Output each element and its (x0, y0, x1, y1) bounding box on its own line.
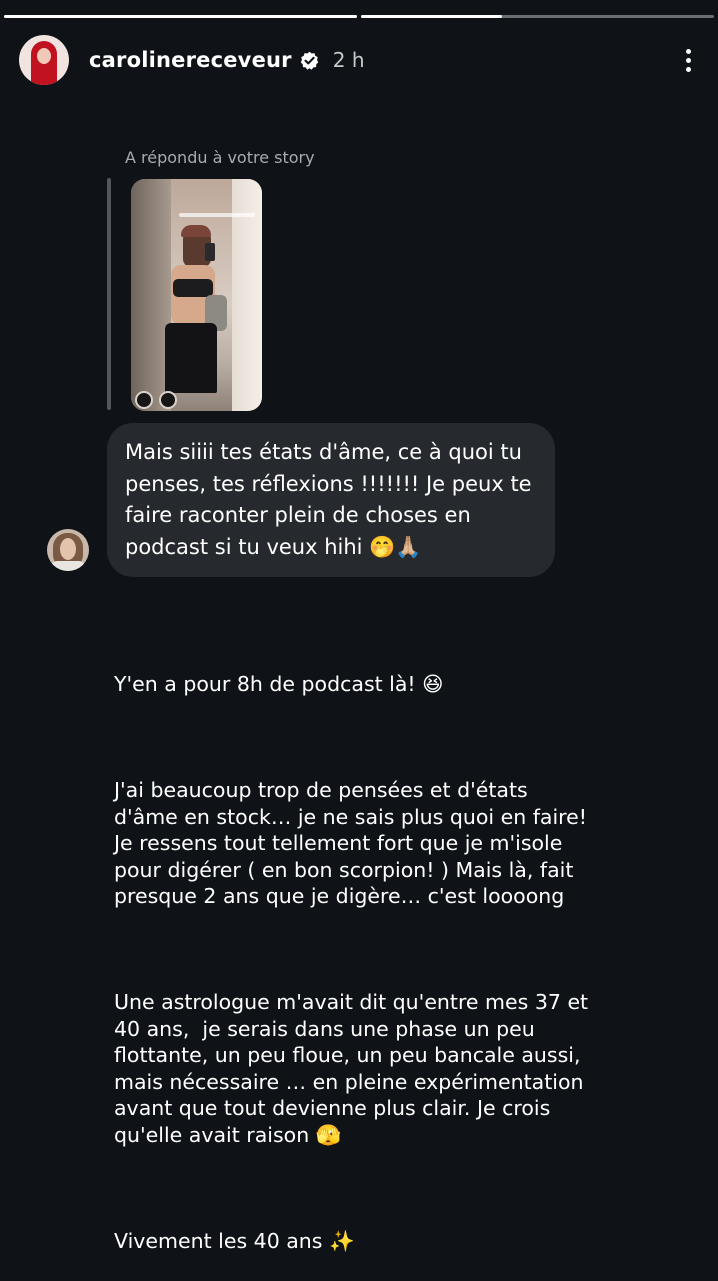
post-time: 2 h (332, 48, 365, 72)
story-progress-segment-2 (361, 15, 714, 18)
caption-paragraph: J'ai beaucoup trop de pensées et d'états… (114, 778, 594, 908)
sender-avatar[interactable] (47, 529, 89, 571)
story-caption: Y'en a pour 8h de podcast là! 😆 J'ai bea… (114, 618, 594, 1281)
verified-badge-icon (300, 51, 319, 70)
story-progress-segment-1 (4, 15, 357, 18)
story-progress-fill-2 (361, 15, 503, 18)
profile-avatar[interactable] (19, 35, 69, 85)
message-bubble: Mais siiii tes états d'âme, ce à quoi tu… (107, 423, 555, 577)
reply-quote-bar (107, 178, 111, 410)
replied-story-thumbnail[interactable] (131, 179, 262, 411)
caption-paragraph: Vivement les 40 ans ✨ (114, 1228, 355, 1253)
story-progress-fill-1 (4, 15, 357, 18)
reply-label: A répondu à votre story (125, 148, 315, 167)
username[interactable]: carolinereceveur (89, 48, 292, 72)
caption-paragraph: Une astrologue m'avait dit qu'entre mes … (114, 990, 595, 1147)
more-vertical-icon[interactable] (678, 48, 698, 72)
caption-paragraph: Y'en a pour 8h de podcast là! 😆 (114, 672, 444, 696)
story-header: carolinereceveur 2 h (19, 34, 698, 86)
